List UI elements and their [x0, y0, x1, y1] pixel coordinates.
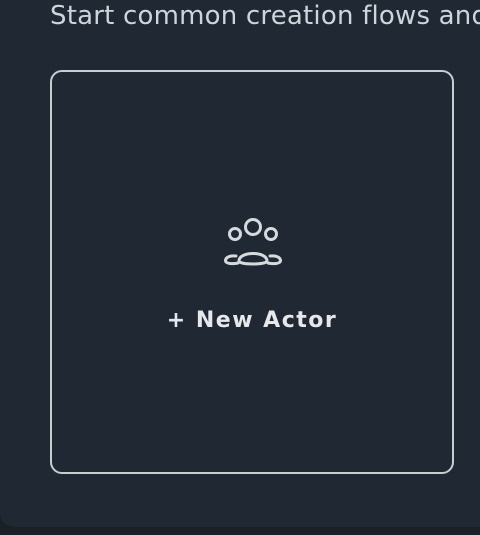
group-users-icon	[224, 218, 282, 266]
new-actor-card[interactable]	[50, 70, 454, 474]
section-subtitle: Start common creation flows and	[50, 1, 480, 31]
new-actor-label: + New Actor	[166, 308, 338, 333]
